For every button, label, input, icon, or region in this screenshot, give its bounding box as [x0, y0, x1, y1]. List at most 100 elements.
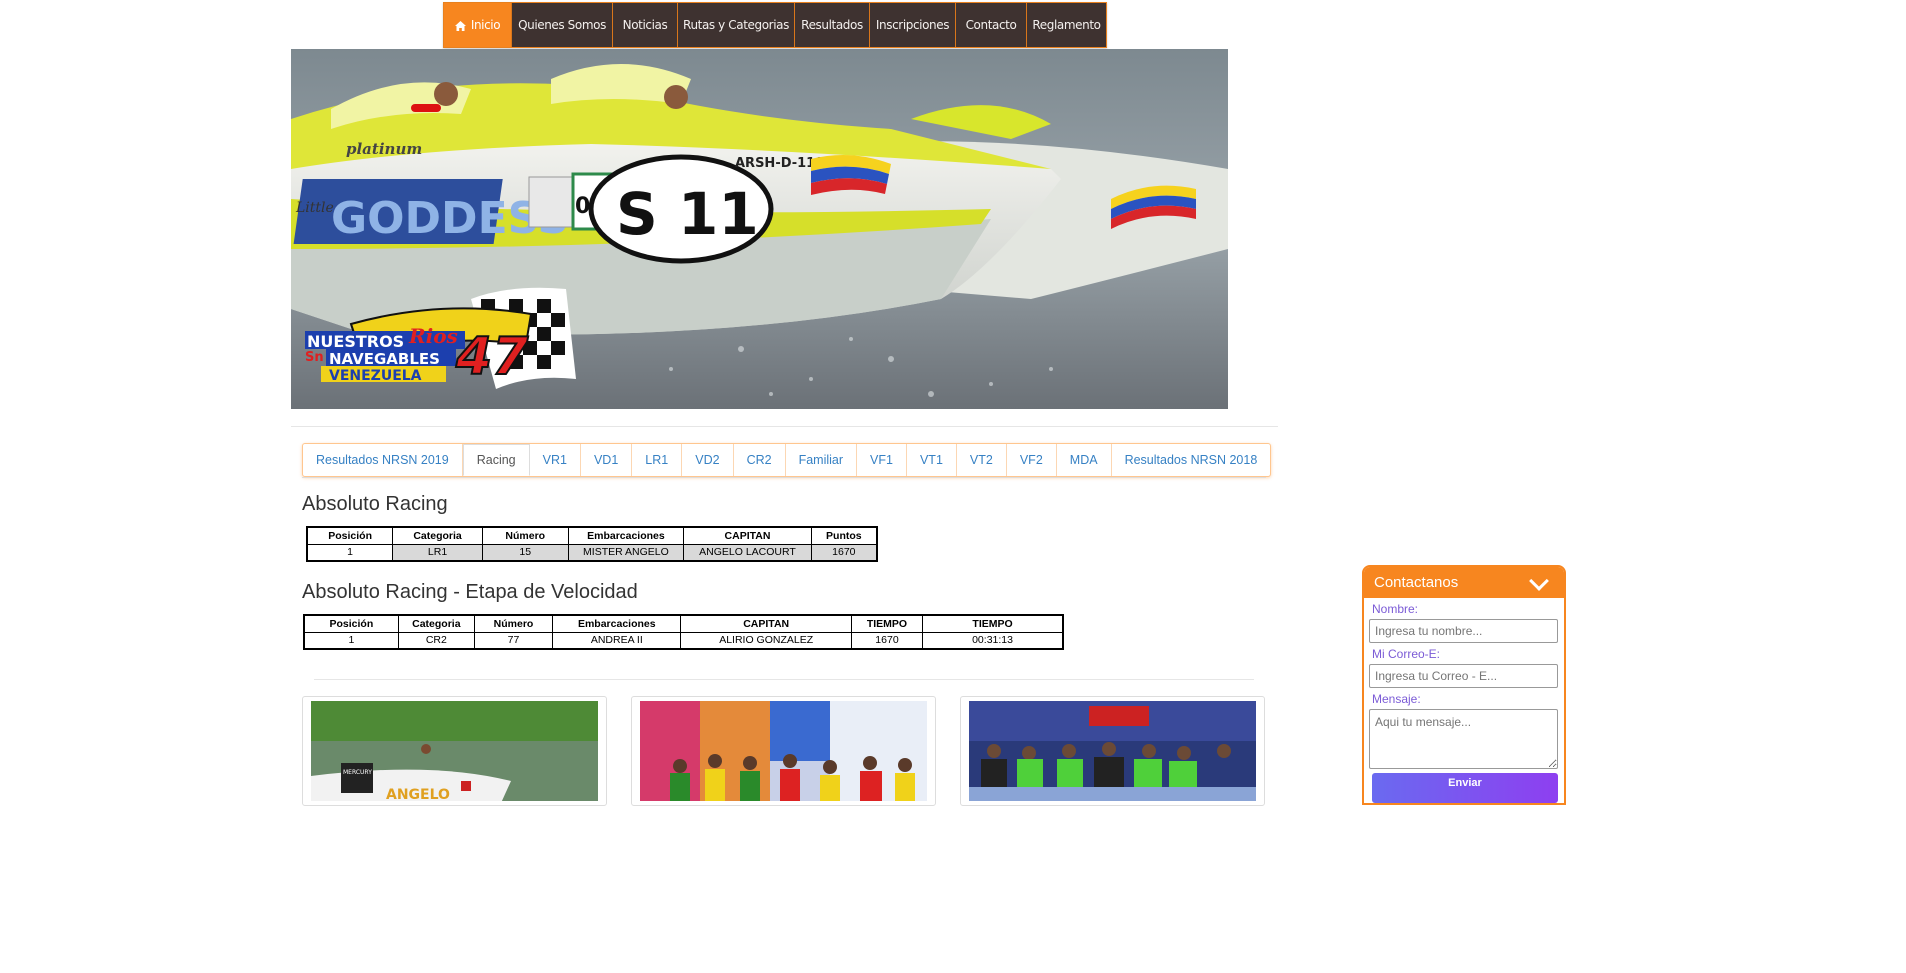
boat-little-text: Little: [295, 200, 334, 216]
send-button[interactable]: Enviar: [1372, 773, 1558, 803]
news-card-image[interactable]: MERCURY ANGELO: [311, 701, 598, 801]
divider: [314, 679, 1254, 680]
table-header-row: Posición Categoria Número Embarcaciones …: [306, 526, 878, 545]
results-table: Posición Categoria Número Embarcaciones …: [303, 614, 1064, 650]
hero-boat-illustration: GODDESS Little platinum 011 S 11 ARSH-D-…: [291, 49, 1228, 409]
table-row: 1 LR1 15 MISTER ANGELO ANGELO LACOURT 16…: [306, 543, 878, 562]
tab-mda[interactable]: MDA: [1057, 444, 1112, 476]
contact-header[interactable]: Contactanos: [1364, 567, 1564, 598]
column-header: CAPITAN: [680, 614, 852, 633]
logo-number: 47: [455, 327, 529, 387]
results-table: Posición Categoria Número Embarcaciones …: [306, 526, 878, 562]
tab-vd2[interactable]: VD2: [682, 444, 734, 476]
nav-item-label: Noticias: [622, 18, 668, 32]
column-header: Categoria: [397, 614, 475, 633]
nav-item-label: Quienes Somos: [518, 18, 606, 32]
table-cell: 1: [303, 631, 399, 650]
name-field[interactable]: [1369, 619, 1558, 643]
news-card-image[interactable]: [969, 701, 1256, 801]
tab-cr2[interactable]: CR2: [734, 444, 786, 476]
column-header: Número: [473, 614, 554, 633]
tab-vd1[interactable]: VD1: [581, 444, 633, 476]
table-cell: LR1: [392, 543, 483, 562]
table-cell: 00:31:13: [922, 631, 1064, 650]
nav-item-label: Reglamento: [1032, 18, 1101, 32]
name-label: Nombre:: [1372, 602, 1419, 616]
nav-item-label: Contacto: [965, 18, 1017, 32]
column-header: TIEMPO: [922, 614, 1064, 633]
news-card[interactable]: [631, 696, 936, 806]
divider: [291, 426, 1278, 427]
contact-widget: Contactanos Nombre: Mi Correo-E: Mensaje…: [1362, 565, 1566, 805]
nav-item-rutas[interactable]: Rutas y Categorias: [678, 3, 795, 47]
section-title: Absoluto Racing - Etapa de Velocidad: [302, 581, 638, 603]
news-card[interactable]: [960, 696, 1265, 806]
tab-lr1[interactable]: LR1: [632, 444, 683, 476]
nav-item-resultados[interactable]: Resultados: [795, 3, 870, 47]
column-header: Categoria: [392, 526, 483, 545]
column-header: Posición: [303, 614, 399, 633]
table-cell: CR2: [397, 631, 475, 650]
table-cell: MISTER ANGELO: [567, 543, 685, 562]
hero-banner: GODDESS Little platinum 011 S 11 ARSH-D-…: [291, 49, 1228, 409]
card-boat-text: ANGELO: [386, 787, 450, 801]
section-title: Absoluto Racing: [302, 493, 448, 515]
table-cell: 1670: [850, 631, 924, 650]
message-label: Mensaje:: [1372, 692, 1421, 706]
flag-icon: [811, 155, 891, 195]
table-cell: 1670: [810, 543, 878, 562]
results-tabs: Resultados NRSN 2019 Racing VR1 VD1 LR1 …: [302, 443, 1272, 477]
tab-racing[interactable]: Racing: [462, 444, 530, 476]
contact-title: Contactanos: [1374, 574, 1459, 591]
logo-text: NUESTROS: [307, 332, 404, 351]
logo-text: Rios: [408, 324, 458, 348]
column-header: Puntos: [810, 526, 878, 545]
nav-item-contacto[interactable]: Contacto: [956, 3, 1027, 47]
tab-vf1[interactable]: VF1: [857, 444, 907, 476]
tab-familiar[interactable]: Familiar: [786, 444, 858, 476]
nav-item-reglamento[interactable]: Reglamento: [1027, 3, 1106, 47]
table-row: 1 CR2 77 ANDREA II ALIRIO GONZALEZ 1670 …: [303, 631, 1064, 650]
column-header: Embarcaciones: [552, 614, 682, 633]
table-cell: ANGELO LACOURT: [683, 543, 812, 562]
main-nav: Inicio Quienes Somos Noticias Rutas y Ca…: [443, 2, 1107, 48]
table-cell: ALIRIO GONZALEZ: [680, 631, 852, 650]
tab-resultados-2018[interactable]: Resultados NRSN 2018: [1112, 444, 1271, 476]
nav-item-quienes-somos[interactable]: Quienes Somos: [512, 3, 613, 47]
column-header: Posición: [306, 526, 394, 545]
table-cell: ANDREA II: [552, 631, 682, 650]
divider: [302, 477, 1266, 478]
message-field[interactable]: [1369, 709, 1558, 769]
logo-text: NAVEGABLES: [329, 350, 440, 368]
nav-item-inscripciones[interactable]: Inscripciones: [870, 3, 956, 47]
news-card-image[interactable]: [640, 701, 927, 801]
nav-item-label: Inicio: [470, 18, 501, 32]
logo-text: VENEZUELA: [329, 368, 422, 384]
tab-vt2[interactable]: VT2: [957, 444, 1007, 476]
tab-resultados-2019[interactable]: Resultados NRSN 2019: [303, 444, 463, 476]
nav-item-label: Inscripciones: [875, 18, 950, 32]
email-field[interactable]: [1369, 664, 1558, 688]
tab-vt1[interactable]: VT1: [907, 444, 957, 476]
chevron-down-icon[interactable]: [1529, 571, 1549, 591]
nav-item-inicio[interactable]: Inicio: [444, 3, 512, 47]
table-cell: 77: [473, 631, 554, 650]
column-header: Número: [481, 526, 569, 545]
nav-item-noticias[interactable]: Noticias: [613, 3, 678, 47]
table-cell: 1: [306, 543, 394, 562]
tab-vf2[interactable]: VF2: [1007, 444, 1057, 476]
news-card[interactable]: MERCURY ANGELO: [302, 696, 607, 806]
nav-item-label: Rutas y Categorias: [683, 18, 789, 32]
home-icon: [454, 20, 466, 31]
boat-brand-text: platinum: [346, 140, 422, 158]
boat-number-text: S 11: [616, 180, 759, 248]
table-cell: 15: [481, 543, 569, 562]
email-label: Mi Correo-E:: [1372, 647, 1441, 661]
card-engine-text: MERCURY: [343, 769, 372, 776]
logo-text: Sn: [305, 350, 324, 365]
nav-item-label: Resultados: [801, 18, 863, 32]
column-header: TIEMPO: [850, 614, 924, 633]
column-header: Embarcaciones: [567, 526, 685, 545]
table-header-row: Posición Categoria Número Embarcaciones …: [303, 614, 1064, 633]
tab-vr1[interactable]: VR1: [530, 444, 581, 476]
